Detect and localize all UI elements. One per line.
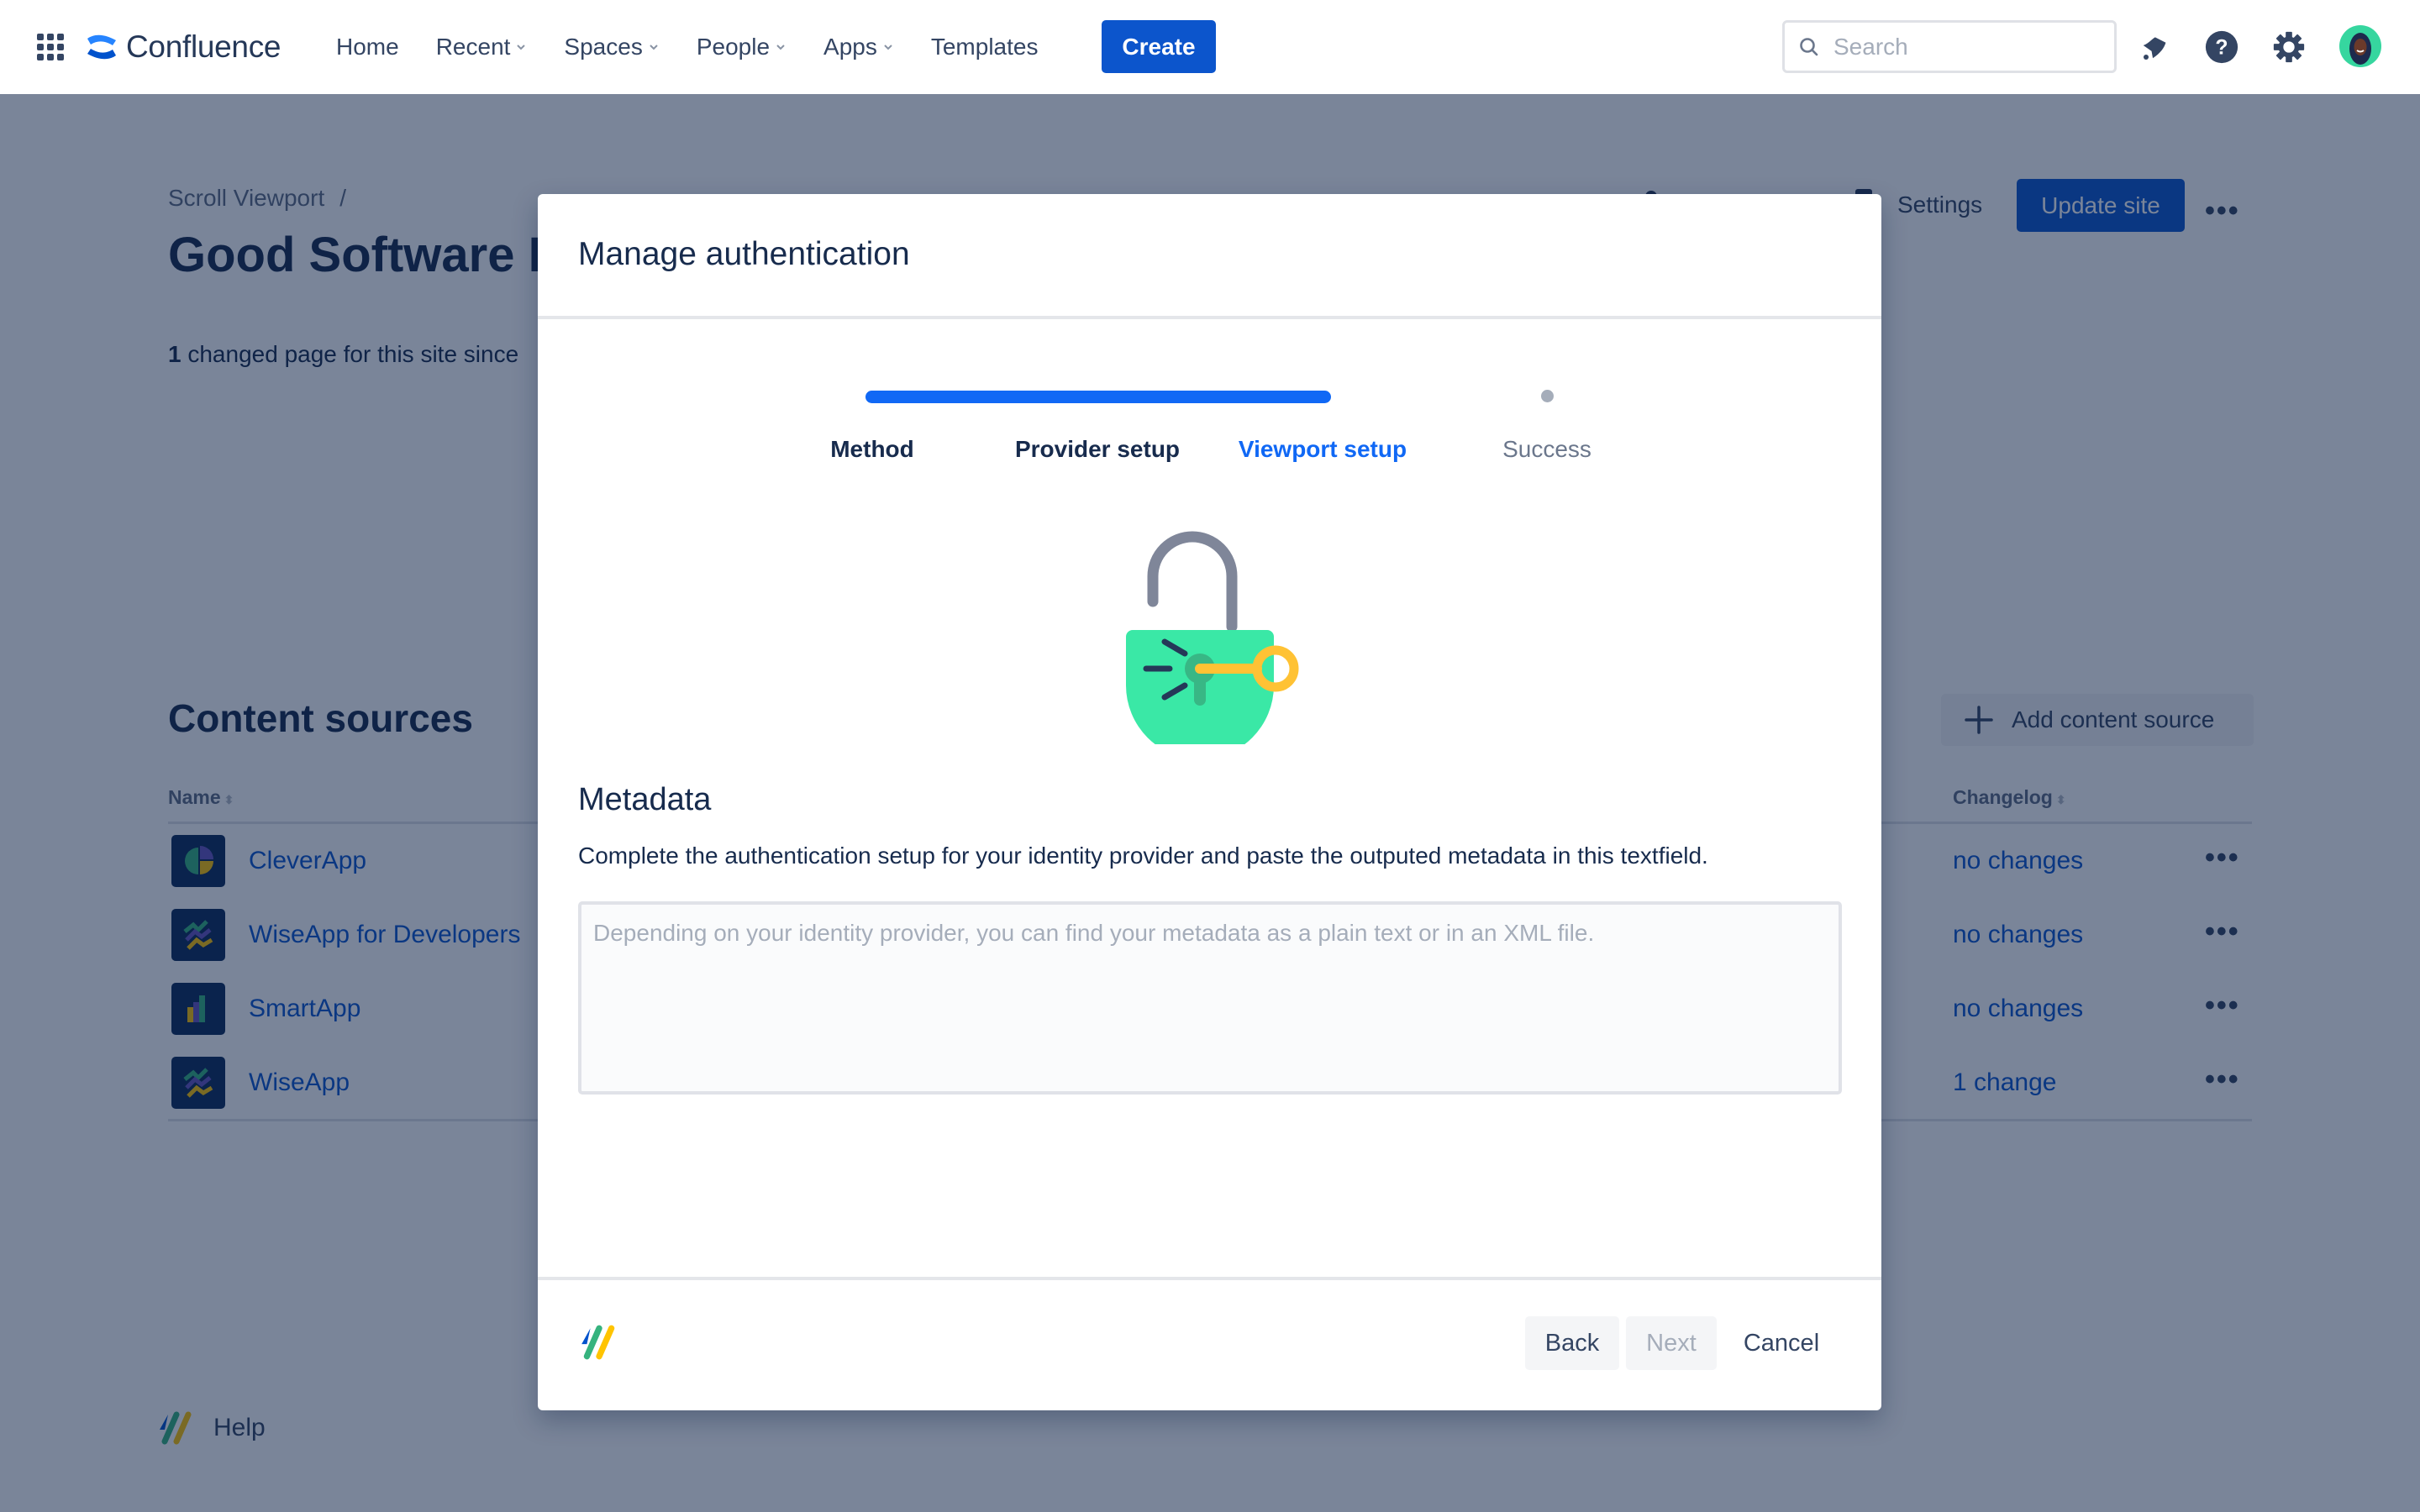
notifications-icon[interactable] [2136, 29, 2173, 66]
svg-text:?: ? [2215, 37, 2228, 60]
unlocked-padlock-icon [1126, 531, 1299, 744]
search-placeholder: Search [1833, 33, 1908, 60]
nav-people[interactable]: People [697, 34, 786, 60]
confluence-logo-icon [87, 34, 116, 60]
back-button[interactable]: Back [1525, 1316, 1619, 1370]
progress-step-dot-pending [1541, 390, 1554, 402]
settings-icon[interactable] [2270, 29, 2307, 66]
help-icon[interactable]: ? [2203, 29, 2240, 66]
chevron-down-icon [517, 45, 526, 50]
k15t-logo-icon [581, 1325, 615, 1360]
app-name: Confluence [126, 29, 281, 64]
app-switcher-icon[interactable] [37, 34, 64, 60]
metadata-textarea[interactable] [578, 901, 1842, 1095]
search-input[interactable]: Search [1782, 20, 2117, 73]
avatar[interactable] [2339, 25, 2381, 67]
chevron-down-icon [650, 45, 658, 50]
step-method: Method [830, 436, 914, 462]
nav-people-label: People [696, 34, 771, 60]
create-button[interactable]: Create [1102, 20, 1216, 73]
chevron-down-icon [884, 45, 892, 50]
dialog-header-divider [538, 316, 1881, 319]
chevron-down-icon [776, 45, 785, 50]
nav-spaces[interactable]: Spaces [564, 34, 659, 60]
nav-spaces-label: Spaces [564, 34, 643, 60]
main-nav: Home Recent Spaces People Apps Templates [336, 0, 1075, 94]
next-button[interactable]: Next [1626, 1316, 1717, 1370]
step-success: Success [1502, 436, 1591, 462]
nav-home-label: Home [336, 34, 399, 60]
dialog-footer-divider [538, 1277, 1881, 1280]
nav-home[interactable]: Home [336, 34, 399, 60]
nav-templates[interactable]: Templates [931, 34, 1039, 60]
metadata-heading: Metadata [578, 782, 712, 817]
top-navigation: Confluence Home Recent Spaces People App… [0, 0, 2420, 94]
step-provider-setup: Provider setup [1014, 436, 1181, 462]
nav-recent-label: Recent [435, 34, 511, 60]
metadata-description: Complete the authentication setup for yo… [578, 843, 1708, 869]
confluence-logo[interactable]: Confluence [86, 25, 281, 69]
dialog-title: Manage authentication [578, 236, 910, 272]
manage-authentication-dialog: Manage authentication Method Provider se… [538, 194, 1881, 1410]
nav-recent[interactable]: Recent [436, 34, 528, 60]
search-icon [1800, 37, 1818, 55]
cancel-button[interactable]: Cancel [1729, 1316, 1833, 1370]
nav-apps-label: Apps [823, 34, 877, 60]
nav-apps[interactable]: Apps [823, 34, 894, 60]
nav-templates-label: Templates [930, 34, 1039, 60]
progress-bar [865, 391, 1331, 403]
step-viewport-setup: Viewport setup [1238, 436, 1407, 462]
